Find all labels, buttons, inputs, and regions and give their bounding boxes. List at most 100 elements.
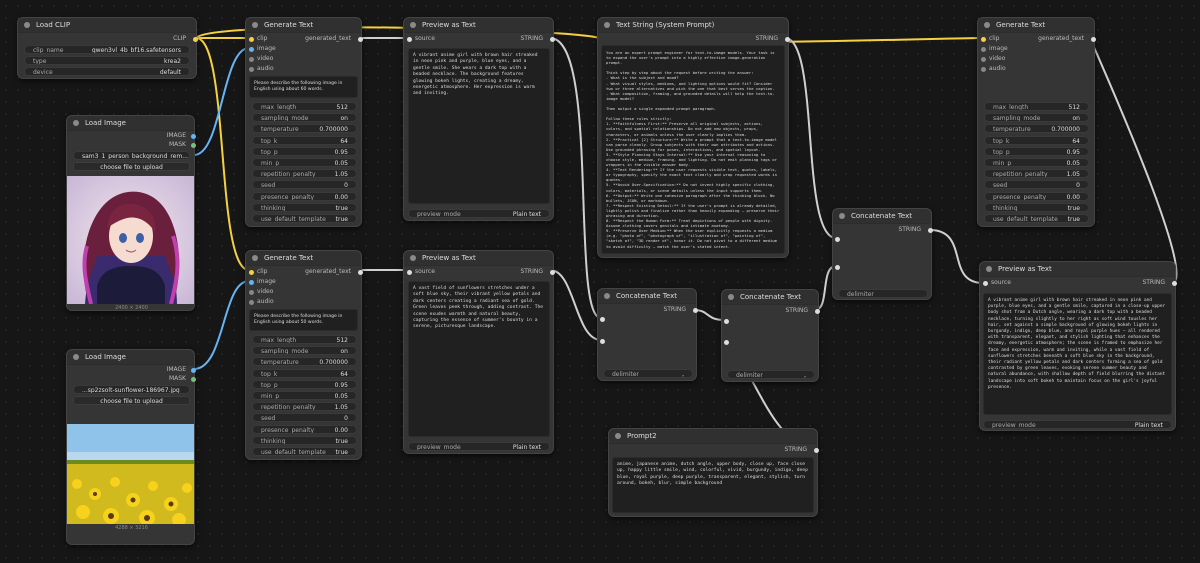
text-a-input-dot[interactable]	[835, 237, 840, 242]
node-title[interactable]: Preview as Text	[980, 262, 1175, 277]
image-output-dot[interactable]	[191, 134, 196, 139]
node-title[interactable]: Preview as Text	[404, 251, 553, 266]
string-output-dot[interactable]	[1172, 281, 1177, 286]
param-top-p-widget[interactable]: top_p 0.95	[984, 146, 1089, 156]
image-file-widget[interactable]: ...sp2zsolt-sunflower-186967.jpg	[73, 385, 190, 394]
generated-text-output-dot[interactable]	[358, 270, 363, 275]
load-image-node-1[interactable]: Load Image IMAGE MASK sam3_1_person_back…	[66, 115, 196, 311]
audio-input-dot[interactable]	[249, 300, 254, 305]
text-a-input-dot[interactable]	[600, 317, 605, 322]
concatenate-text-node-1[interactable]: Concatenate Text STRING delimiter,	[597, 288, 698, 381]
param-presence-penalty-widget[interactable]: presence_penalty 0.00	[252, 191, 357, 201]
param-min-p-widget[interactable]: min_p 0.05	[252, 158, 357, 167]
node-title[interactable]: Preview as Text	[404, 18, 553, 33]
load-image-node-2[interactable]: Load Image IMAGE MASK ...sp2zsolt-sunflo…	[66, 349, 196, 545]
system-prompt-textarea[interactable]: You are an expert prompt engineer for te…	[601, 45, 785, 254]
preview-text-node-3[interactable]: Preview as Text source STRING A vibrant …	[979, 261, 1177, 431]
generate-text-node-3[interactable]: Generate Text clip image video audio gen…	[977, 17, 1096, 227]
param-thinking-widget[interactable]: thinking true	[252, 202, 357, 212]
param-repetition-penalty-widget[interactable]: repetition_penalty 1.05	[984, 169, 1089, 179]
image-input-dot[interactable]	[249, 280, 254, 285]
param-temperature-widget[interactable]: temperature 0.700000	[984, 124, 1089, 134]
image-input-dot[interactable]	[981, 47, 986, 52]
audio-input-dot[interactable]	[981, 67, 986, 72]
source-input-dot[interactable]	[407, 37, 412, 42]
preview-textarea[interactable]: A vibrant anime girl with brown hair str…	[983, 293, 1172, 415]
prompt-textarea[interactable]: Please describe the following image in E…	[249, 309, 358, 331]
param-seed-widget[interactable]: seed 0	[252, 180, 357, 190]
node-title[interactable]: Load Image	[67, 116, 194, 131]
preview-mode-widget[interactable]: preview_mode Plain text	[408, 209, 550, 218]
node-title[interactable]: Concatenate Text	[833, 209, 931, 224]
load-clip-node[interactable]: Load CLIP CLIP clip_name qwen3vl_4b_bf16.…	[17, 17, 198, 79]
audio-input-dot[interactable]	[249, 67, 254, 72]
param-sampling-mode-widget[interactable]: sampling_mode on	[252, 346, 357, 356]
mask-output-dot[interactable]	[191, 377, 196, 382]
image-input-dot[interactable]	[249, 47, 254, 52]
param-repetition-penalty-widget[interactable]: repetition_penalty 1.05	[252, 169, 357, 179]
generated-text-output-dot[interactable]	[358, 37, 363, 42]
clip-input-dot[interactable]	[249, 37, 254, 42]
generate-text-node-2[interactable]: Generate Text clip image video audio gen…	[245, 250, 363, 460]
image-output-dot[interactable]	[191, 368, 196, 373]
param-top-k-widget[interactable]: top_k 64	[252, 368, 357, 378]
upload-button[interactable]: choose file to upload	[73, 162, 190, 171]
param-sampling-mode-widget[interactable]: sampling_mode on	[252, 113, 357, 123]
clip-input-dot[interactable]	[981, 37, 986, 42]
delimiter-widget[interactable]: delimiter	[838, 289, 928, 298]
mask-output-dot[interactable]	[191, 143, 196, 148]
clip-input-dot[interactable]	[249, 270, 254, 275]
source-input-dot[interactable]	[407, 270, 412, 275]
preview-mode-widget[interactable]: preview_mode Plain text	[983, 420, 1172, 429]
clip-name-widget[interactable]: clip_name qwen3vl_4b_bf16.safetensors	[24, 45, 190, 54]
param-use-default-template-widget[interactable]: use_default_template true	[252, 447, 357, 456]
node-title[interactable]: Text String (System Prompt)	[598, 18, 788, 33]
param-top-k-widget[interactable]: top_k 64	[984, 135, 1089, 145]
prompt2-textarea[interactable]: anime, japanese anime, dutch angle, uppe…	[612, 457, 814, 513]
string-output-dot[interactable]	[550, 270, 555, 275]
param-temperature-widget[interactable]: temperature 0.700000	[252, 357, 357, 367]
node-title[interactable]: Generate Text	[246, 18, 361, 33]
text-b-input-dot[interactable]	[600, 339, 605, 344]
video-input-dot[interactable]	[981, 57, 986, 62]
device-widget[interactable]: device default	[24, 67, 190, 76]
preview-text-node-1[interactable]: Preview as Text source STRING A vibrant …	[403, 17, 555, 221]
node-title[interactable]: Prompt2	[609, 429, 817, 444]
string-output-dot[interactable]	[814, 448, 819, 453]
param-max-length-widget[interactable]: max_length 512	[984, 102, 1089, 111]
param-presence-penalty-widget[interactable]: presence_penalty 0.00	[252, 424, 357, 434]
system-prompt-node[interactable]: Text String (System Prompt) STRING You a…	[597, 17, 790, 258]
preview-text-node-2[interactable]: Preview as Text source STRING A vast fie…	[403, 250, 555, 454]
param-seed-widget[interactable]: seed 0	[984, 180, 1089, 190]
node-title[interactable]: Load Image	[67, 350, 194, 365]
delimiter-widget[interactable]: delimiter,	[603, 369, 693, 378]
text-b-input-dot[interactable]	[724, 340, 729, 345]
string-output-dot[interactable]	[785, 37, 790, 42]
param-seed-widget[interactable]: seed 0	[252, 413, 357, 423]
param-top-k-widget[interactable]: top_k 64	[252, 135, 357, 145]
text-a-input-dot[interactable]	[724, 319, 729, 324]
param-use-default-template-widget[interactable]: use_default_template true	[252, 214, 357, 223]
image-file-widget[interactable]: sam3_1_person_background_rem...	[73, 151, 190, 160]
generated-text-output-dot[interactable]	[1091, 37, 1096, 42]
prompt-textarea[interactable]: Please describe the following image in E…	[249, 76, 358, 98]
param-top-p-widget[interactable]: top_p 0.95	[252, 146, 357, 156]
clip-output-dot[interactable]	[193, 37, 198, 42]
param-top-p-widget[interactable]: top_p 0.95	[252, 379, 357, 389]
node-title[interactable]: Concatenate Text	[722, 290, 818, 305]
param-max-length-widget[interactable]: max_length 512	[252, 335, 357, 344]
param-min-p-widget[interactable]: min_p 0.05	[252, 391, 357, 400]
concatenate-text-node-2[interactable]: Concatenate Text STRING delimiter,	[721, 289, 820, 382]
preview-textarea[interactable]: A vibrant anime girl with brown hair str…	[408, 48, 550, 204]
param-presence-penalty-widget[interactable]: presence_penalty 0.00	[984, 191, 1089, 201]
string-output-dot[interactable]	[550, 37, 555, 42]
preview-textarea[interactable]: A vast field of sunflowers stretches und…	[408, 281, 550, 437]
param-sampling-mode-widget[interactable]: sampling_mode on	[984, 113, 1089, 123]
param-max-length-widget[interactable]: max_length 512	[252, 102, 357, 111]
generate-text-node-1[interactable]: Generate Text clip image video audio gen…	[245, 17, 363, 227]
video-input-dot[interactable]	[249, 290, 254, 295]
param-use-default-template-widget[interactable]: use_default_template true	[984, 214, 1089, 223]
node-title[interactable]: Concatenate Text	[598, 289, 696, 304]
node-title[interactable]: Generate Text	[978, 18, 1094, 33]
video-input-dot[interactable]	[249, 57, 254, 62]
